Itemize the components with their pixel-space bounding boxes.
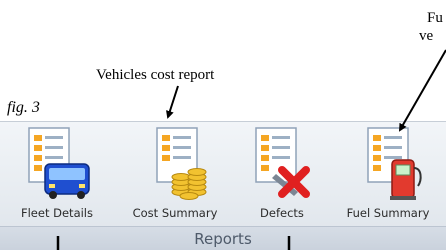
cost-summary-arrow <box>166 85 179 119</box>
reports-ribbon: Fleet Details Cost Summary Defects Fuel … <box>0 121 446 250</box>
defects-button[interactable]: Defects <box>242 124 322 224</box>
fuel-summary-button[interactable]: Fuel Summary <box>334 124 442 224</box>
fleet-details-label: Fleet Details <box>21 206 93 220</box>
document-bus-icon <box>28 127 90 199</box>
cost-report-annotation: Vehicles cost report <box>96 67 215 83</box>
cost-summary-label: Cost Summary <box>132 206 218 220</box>
fuel-annotation-line1: Fu <box>427 10 443 26</box>
fuel-summary-label: Fuel Summary <box>346 206 430 220</box>
fuel-summary-arrow <box>399 49 446 132</box>
fleet-details-button[interactable]: Fleet Details <box>8 124 106 224</box>
figure-label: fig. 3 <box>7 99 40 116</box>
document-red-x-icon <box>255 127 310 198</box>
fuel-annotation-line2: ve <box>419 28 434 44</box>
defects-label: Defects <box>260 206 304 220</box>
cost-summary-button[interactable]: Cost Summary <box>120 124 230 224</box>
reports-group-label: Reports <box>0 226 446 250</box>
document-fuel-pump-icon <box>367 127 422 200</box>
document-coins-icon <box>156 127 207 200</box>
